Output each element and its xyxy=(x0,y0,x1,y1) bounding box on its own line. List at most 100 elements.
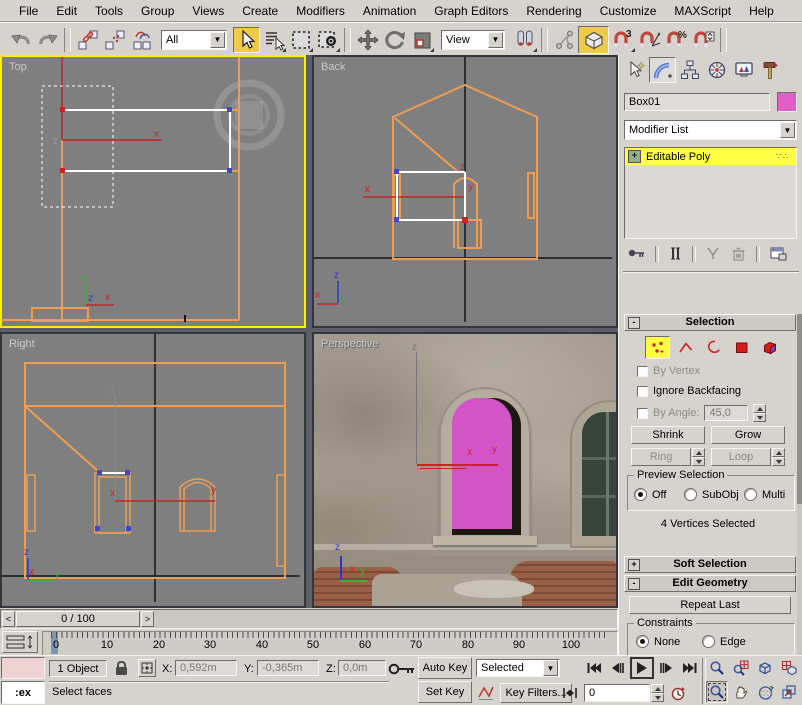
expand-icon[interactable]: + xyxy=(628,559,640,571)
rectangular-selection-region-button[interactable] xyxy=(287,27,314,53)
maximize-viewport-toggle-icon[interactable] xyxy=(778,681,800,703)
edge-mode-button[interactable] xyxy=(673,336,698,359)
snap-toggle-3d-button[interactable]: 3 xyxy=(609,27,636,53)
key-mode-toggle-icon[interactable] xyxy=(560,683,580,703)
menu-edit[interactable]: Edit xyxy=(47,2,86,20)
constraints-edge-radio[interactable]: Edge xyxy=(702,635,746,648)
time-slider-handle[interactable]: 0 / 100 xyxy=(16,611,140,627)
collapse-icon[interactable]: - xyxy=(628,578,640,590)
pin-stack-icon[interactable] xyxy=(627,245,646,262)
by-angle-spinner[interactable] xyxy=(753,404,767,422)
loop-spinner[interactable] xyxy=(772,448,785,466)
next-frame-icon[interactable] xyxy=(657,659,677,677)
use-pivot-point-center-button[interactable] xyxy=(511,27,538,53)
object-name-field[interactable]: Box01 xyxy=(624,93,770,111)
undo-button[interactable] xyxy=(7,27,34,53)
select-and-link-icon[interactable] xyxy=(74,27,101,53)
open-mini-curve-editor-button[interactable] xyxy=(2,631,38,653)
select-and-move-button[interactable] xyxy=(354,27,381,53)
angle-snap-toggle-button[interactable] xyxy=(636,27,663,53)
panel-scrollbar[interactable] xyxy=(797,314,802,655)
bind-to-space-warp-icon[interactable] xyxy=(128,27,155,53)
show-end-result-icon[interactable] xyxy=(668,245,683,262)
zoom-region-icon[interactable] xyxy=(706,681,728,703)
selection-lock-icon[interactable] xyxy=(112,658,130,678)
viewport-perspective-label[interactable]: Perspective xyxy=(321,338,378,350)
soft-selection-rollout-header[interactable]: + Soft Selection xyxy=(624,556,796,573)
previous-frame-arrow[interactable]: < xyxy=(2,611,15,627)
unlink-selection-icon[interactable] xyxy=(101,27,128,53)
collapse-icon[interactable]: - xyxy=(628,317,640,329)
repeat-last-button[interactable]: Repeat Last xyxy=(629,596,791,614)
polygon-mode-button[interactable] xyxy=(729,336,754,359)
constraints-none-radio[interactable]: None xyxy=(636,635,680,648)
viewport-back-label[interactable]: Back xyxy=(321,61,345,73)
macro-recorder-field[interactable] xyxy=(1,657,45,679)
viewport-perspective[interactable]: z x y z x y Perspective xyxy=(312,332,618,608)
menu-graph-editors[interactable]: Graph Editors xyxy=(425,2,517,20)
menu-maxscript[interactable]: MAXScript xyxy=(665,2,740,20)
go-to-end-icon[interactable] xyxy=(680,659,700,677)
snaps-toggle-button[interactable] xyxy=(578,25,609,54)
by-angle-field[interactable]: 45,0 xyxy=(704,405,749,421)
tab-hierarchy-icon[interactable] xyxy=(676,57,703,83)
timeline-ruler[interactable]: 0 10 20 30 40 50 60 70 80 90 100 xyxy=(42,631,618,656)
zoom-extents-all-icon[interactable] xyxy=(778,657,800,679)
z-coordinate-field[interactable]: 0,0m xyxy=(338,660,386,676)
tab-motion-icon[interactable] xyxy=(703,57,730,83)
keyboard-override-key-icon[interactable] xyxy=(388,660,416,678)
set-key-filters-curve-icon[interactable] xyxy=(476,683,496,703)
edit-geometry-rollout-header[interactable]: - Edit Geometry xyxy=(624,575,796,592)
menu-customize[interactable]: Customize xyxy=(591,2,666,20)
ring-spinner[interactable] xyxy=(692,448,705,466)
zoom-icon[interactable] xyxy=(706,657,728,679)
previous-frame-icon[interactable] xyxy=(607,659,627,677)
tab-display-icon[interactable] xyxy=(730,57,757,83)
menu-group[interactable]: Group xyxy=(132,2,183,20)
dropdown-arrow-icon[interactable]: ▼ xyxy=(780,122,795,138)
dropdown-arrow-icon[interactable]: ▼ xyxy=(488,31,503,48)
remove-modifier-icon[interactable] xyxy=(730,245,747,262)
menu-tools[interactable]: Tools xyxy=(86,2,132,20)
time-configuration-icon[interactable] xyxy=(668,683,688,703)
absolute-mode-toggle-icon[interactable] xyxy=(138,659,156,677)
border-mode-button[interactable] xyxy=(701,336,726,359)
menu-animation[interactable]: Animation xyxy=(354,2,425,20)
current-frame-field[interactable]: 0 xyxy=(584,684,650,702)
make-unique-icon[interactable] xyxy=(705,245,721,262)
menu-modifiers[interactable]: Modifiers xyxy=(287,2,354,20)
object-color-swatch[interactable] xyxy=(777,92,797,112)
x-coordinate-field[interactable]: 0,592m xyxy=(175,660,237,676)
select-by-name-button[interactable] xyxy=(260,27,287,53)
viewport-top[interactable]: Top x z y z x xyxy=(0,55,306,328)
preview-subobj-radio[interactable]: SubObj xyxy=(684,488,739,501)
viewport-top-label[interactable]: Top xyxy=(9,61,27,73)
select-and-rotate-button[interactable] xyxy=(381,27,408,53)
selection-rollout-header[interactable]: - Selection xyxy=(624,314,796,331)
menu-create[interactable]: Create xyxy=(233,2,287,20)
select-object-button[interactable] xyxy=(233,26,260,53)
select-and-scale-button[interactable] xyxy=(408,27,435,53)
tab-create-icon[interactable] xyxy=(622,57,649,83)
window-crossing-toggle-button[interactable] xyxy=(314,27,341,53)
menu-views[interactable]: Views xyxy=(183,2,233,20)
stack-expand-icon[interactable]: + xyxy=(628,150,641,163)
zoom-extents-icon[interactable] xyxy=(754,657,776,679)
play-button[interactable] xyxy=(630,657,654,679)
configure-modifier-sets-icon[interactable] xyxy=(769,245,788,262)
viewport-back[interactable]: Back x y z z x y xyxy=(312,55,618,328)
by-angle-checkbox[interactable] xyxy=(637,407,648,419)
next-frame-arrow[interactable]: > xyxy=(141,611,154,627)
vertex-mode-button[interactable] xyxy=(645,336,670,359)
reference-coordinate-dropdown[interactable]: View ▼ xyxy=(441,29,505,50)
menu-file[interactable]: File xyxy=(10,2,47,20)
preview-off-radio[interactable]: Off xyxy=(634,488,666,501)
dropdown-arrow-icon[interactable]: ▼ xyxy=(543,660,558,676)
pan-hand-icon[interactable] xyxy=(730,681,752,703)
modifier-stack-item[interactable]: + Editable Poly ∵∴ xyxy=(625,148,796,165)
preview-multi-radio[interactable]: Multi xyxy=(744,488,785,501)
frame-spinner[interactable] xyxy=(651,684,664,702)
percent-snap-toggle-button[interactable]: % xyxy=(663,27,690,53)
tab-modify-icon[interactable] xyxy=(649,57,676,83)
ignore-backfacing-checkbox[interactable] xyxy=(637,385,648,397)
